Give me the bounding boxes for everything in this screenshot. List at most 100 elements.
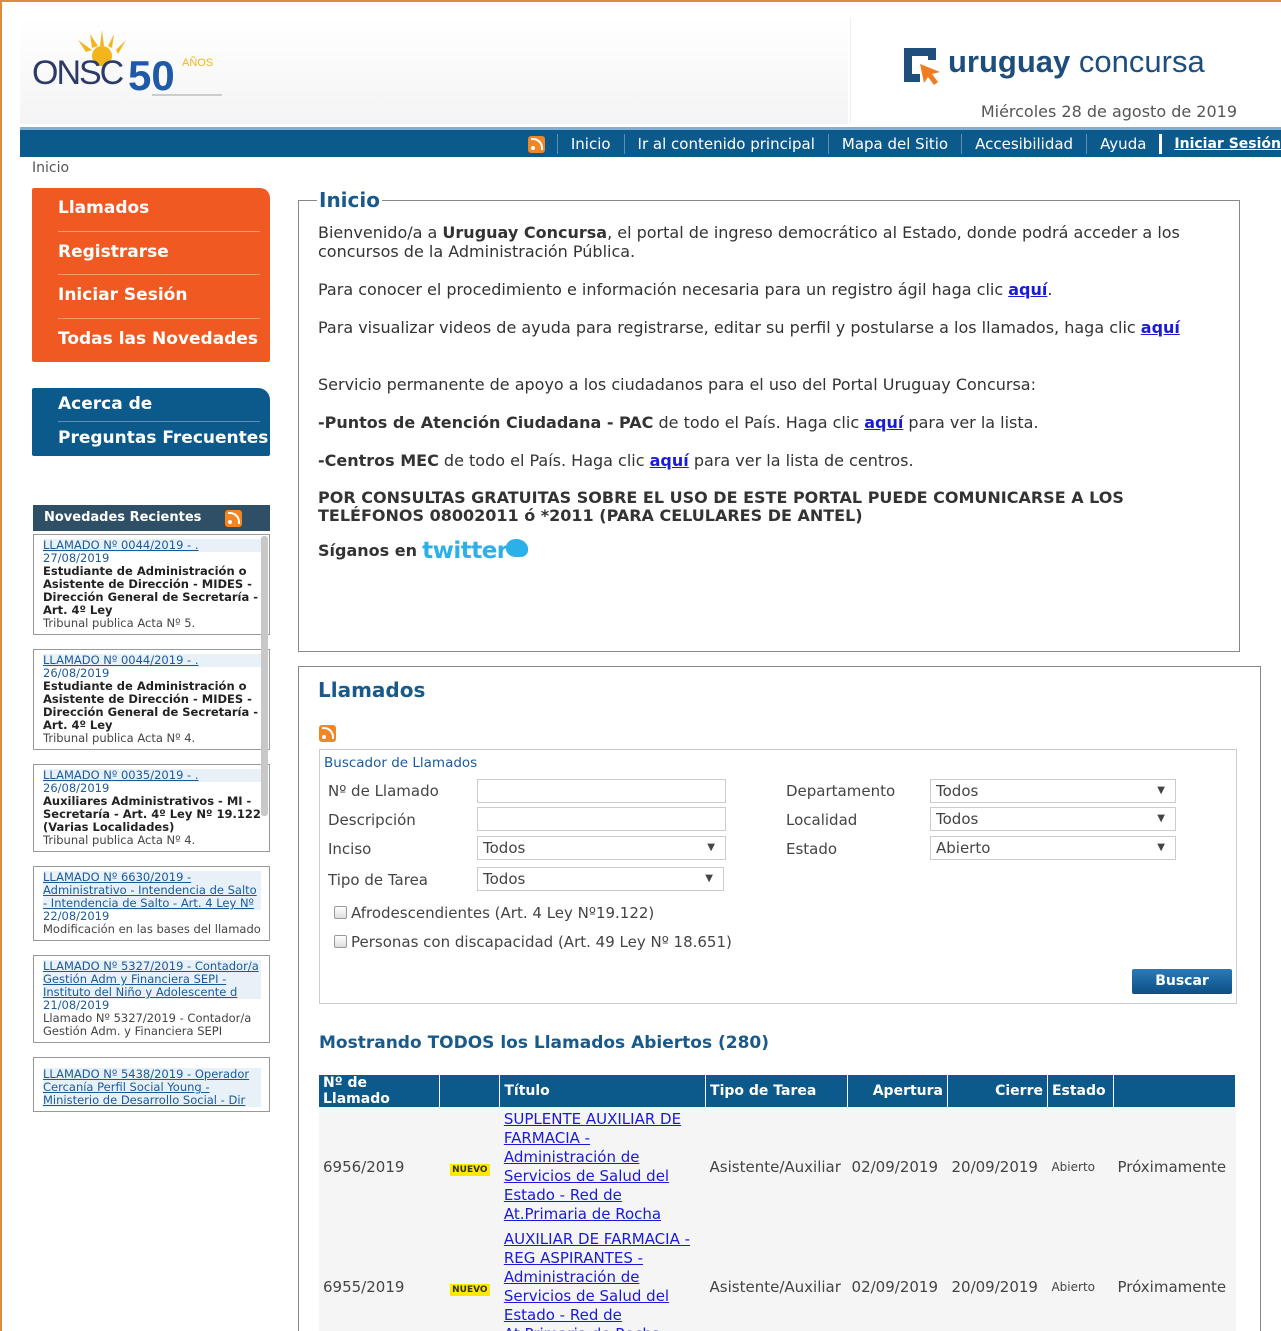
news-item-link[interactable]: LLAMADO Nº 6630/2019 - Administrativo - … bbox=[43, 871, 261, 910]
status-cell: Abierto bbox=[1047, 1107, 1114, 1227]
recent-news-header: Novedades Recientes bbox=[33, 505, 270, 531]
afro-checkbox-row[interactable]: Afrodescendientes (Art. 4 Ley Nº19.122) bbox=[334, 904, 654, 922]
column-header[interactable]: Nº de Llamado bbox=[319, 1075, 441, 1107]
news-item: LLAMADO Nº 5327/2019 - Contador/a Gestió… bbox=[33, 955, 270, 1043]
calls-search-form: Buscador de Llamados Nº de Llamado Descr… bbox=[319, 749, 1237, 1004]
call-number-cell: 6955/2019 bbox=[319, 1227, 440, 1331]
menu-item-login[interactable]: Iniciar Sesión bbox=[58, 275, 260, 319]
locality-select[interactable]: Todos bbox=[930, 807, 1176, 831]
uruguay-concursa-logo[interactable]: uruguay concursa bbox=[900, 44, 1205, 88]
task-type-select[interactable]: Todos bbox=[477, 867, 724, 891]
column-header[interactable]: Apertura bbox=[847, 1075, 948, 1107]
news-item: LLAMADO Nº 0035/2019 - . 26/08/2019 Auxi… bbox=[33, 764, 270, 852]
news-item-detail: Tribunal publica Acta Nº 4. bbox=[43, 833, 196, 847]
inciso-select[interactable]: Todos bbox=[477, 836, 726, 860]
department-select[interactable]: Todos bbox=[930, 779, 1176, 803]
help-videos-link[interactable]: aquí bbox=[1141, 318, 1180, 337]
status-cell: Abierto bbox=[1047, 1227, 1114, 1331]
mec-list-link[interactable]: aquí bbox=[650, 451, 689, 470]
menu-item-all-news[interactable]: Todas las Novedades bbox=[58, 319, 260, 363]
brand-bold: uruguay bbox=[948, 44, 1071, 79]
breadcrumb: Inicio bbox=[32, 160, 70, 176]
column-header[interactable]: Tipo de Tarea bbox=[705, 1075, 849, 1107]
department-label: Departamento bbox=[786, 782, 896, 800]
recent-news-list: LLAMADO Nº 0044/2019 - . 27/08/2019 Estu… bbox=[33, 534, 270, 1212]
nav-item-accessibility[interactable]: Accesibilidad bbox=[962, 134, 1088, 154]
news-item-title: Auxiliares Administrativos - MI - Secret… bbox=[43, 794, 261, 834]
nav-item-sitemap[interactable]: Mapa del Sitio bbox=[829, 134, 963, 154]
news-item-detail: Modificación en las bases del llamado bbox=[43, 922, 261, 936]
recent-news-title: Novedades Recientes bbox=[44, 510, 202, 525]
news-item-detail: Tribunal publica Acta Nº 5. bbox=[43, 616, 196, 630]
welcome-section: Inicio Bienvenido/a a Uruguay Concursa, … bbox=[298, 188, 1240, 652]
afro-checkbox-label: Afrodescendientes (Art. 4 Ley Nº19.122) bbox=[351, 904, 655, 922]
pac-info: -Puntos de Atención Ciudadana - PAC de t… bbox=[318, 413, 1039, 432]
nav-item-skip-to-content[interactable]: Ir al contenido principal bbox=[625, 134, 829, 154]
rss-icon[interactable] bbox=[319, 725, 336, 742]
header: ONSC 50 AÑOS uruguay concursa Miércoles … bbox=[2, 2, 1281, 127]
current-date: Miércoles 28 de agosto de 2019 bbox=[980, 102, 1237, 121]
status-select[interactable]: Abierto bbox=[930, 836, 1176, 860]
mec-info: -Centros MEC de todo el País. Haga clic … bbox=[318, 451, 914, 470]
news-item-detail: Tribunal publica Acta Nº 4. bbox=[43, 731, 196, 745]
column-header[interactable]: Estado bbox=[1047, 1075, 1114, 1107]
main-menu: Llamados Registrarse Iniciar Sesión Toda… bbox=[32, 188, 270, 362]
disability-checkbox[interactable] bbox=[334, 935, 347, 948]
nav-login-link[interactable]: Iniciar Sesión bbox=[1159, 134, 1281, 154]
nav-rss-link[interactable] bbox=[527, 134, 558, 154]
welcome-paragraph: Bienvenido/a a Uruguay Concursa, el port… bbox=[318, 223, 1180, 261]
rss-icon bbox=[527, 136, 545, 153]
news-scrollbar[interactable] bbox=[261, 536, 268, 816]
uruguay-concursa-logo-icon bbox=[904, 48, 940, 85]
search-button[interactable]: Buscar bbox=[1132, 969, 1232, 994]
news-item: LLAMADO Nº 0044/2019 - . 27/08/2019 Estu… bbox=[33, 534, 270, 635]
nav-item-inicio[interactable]: Inicio bbox=[558, 134, 625, 154]
call-number-label: Nº de Llamado bbox=[328, 782, 439, 800]
phone-notice: POR CONSULTAS GRATUITAS SOBRE EL USO DE … bbox=[318, 488, 1124, 525]
call-title-link[interactable]: SUPLENTE AUXILIAR DE FARMACIA - Administ… bbox=[504, 1110, 702, 1224]
nav-item-help[interactable]: Ayuda bbox=[1087, 134, 1159, 154]
twitter-logo[interactable]: twitter bbox=[422, 540, 508, 563]
news-item-title: Estudiante de Administración o Asistente… bbox=[43, 679, 259, 732]
description-label: Descripción bbox=[328, 811, 416, 829]
open-date-cell: 02/09/2019 bbox=[847, 1227, 948, 1331]
menu-item-about[interactable]: Acerca de bbox=[58, 388, 260, 422]
results-summary: Mostrando TODOS los Llamados Abiertos (2… bbox=[319, 1033, 770, 1053]
news-item-link[interactable]: LLAMADO Nº 5327/2019 - Contador/a Gestió… bbox=[43, 960, 261, 999]
table-header-row: Nº de Llamado Título Tipo de Tarea Apert… bbox=[319, 1075, 1237, 1107]
close-date-cell: 20/09/2019 bbox=[947, 1107, 1048, 1227]
status-label: Estado bbox=[786, 840, 838, 858]
menu-item-llamados[interactable]: Llamados bbox=[58, 188, 260, 232]
news-item-detail: Llamado Nº 5327/2019 - Contador/a Gestió… bbox=[43, 1011, 252, 1038]
news-item: LLAMADO Nº 0044/2019 - . 26/08/2019 Estu… bbox=[33, 649, 270, 750]
column-header[interactable]: Título bbox=[499, 1075, 707, 1107]
welcome-title: Inicio bbox=[317, 188, 382, 212]
task-type-cell: Asistente/Auxiliar bbox=[705, 1227, 848, 1331]
help-videos-info: Para visualizar videos de ayuda para reg… bbox=[318, 318, 1180, 337]
pac-list-link[interactable]: aquí bbox=[864, 413, 903, 432]
menu-item-faq[interactable]: Preguntas Frecuentes bbox=[58, 422, 270, 456]
news-item-link[interactable]: LLAMADO Nº 5438/2019 - Operador Cercanía… bbox=[43, 1068, 261, 1107]
registration-info-link[interactable]: aquí bbox=[1008, 280, 1047, 299]
brand-light: concursa bbox=[1070, 44, 1205, 79]
column-header bbox=[1113, 1075, 1237, 1107]
call-number-input[interactable] bbox=[477, 779, 726, 803]
onsc-logo-text: ONSC bbox=[32, 54, 124, 92]
call-title-link[interactable]: AUXILIAR DE FARMACIA - REG ASPIRANTES - … bbox=[504, 1230, 702, 1331]
menu-item-register[interactable]: Registrarse bbox=[58, 232, 260, 275]
calls-table: Nº de Llamado Título Tipo de Tarea Apert… bbox=[319, 1075, 1237, 1331]
disability-checkbox-row[interactable]: Personas con discapacidad (Art. 49 Ley N… bbox=[334, 933, 732, 951]
call-number-cell: 6956/2019 bbox=[319, 1107, 440, 1227]
secondary-menu: Acerca de Preguntas Frecuentes bbox=[32, 388, 270, 456]
table-row: 6955/2019 NUEVO AUXILIAR DE FARMACIA - R… bbox=[319, 1227, 1236, 1331]
search-form-title: Buscador de Llamados bbox=[324, 755, 478, 771]
onsc-anniversary-word: AÑOS bbox=[182, 56, 213, 69]
rss-icon[interactable] bbox=[225, 510, 242, 527]
onsc-logo[interactable]: ONSC 50 AÑOS bbox=[32, 28, 232, 104]
extra-cell: Próximamente bbox=[1113, 1107, 1236, 1227]
afro-checkbox[interactable] bbox=[334, 906, 347, 919]
column-header[interactable]: Cierre bbox=[947, 1075, 1048, 1107]
description-input[interactable] bbox=[477, 807, 726, 831]
follow-us: Síganos en twitter bbox=[318, 539, 1228, 563]
twitter-bird-icon bbox=[505, 539, 528, 557]
